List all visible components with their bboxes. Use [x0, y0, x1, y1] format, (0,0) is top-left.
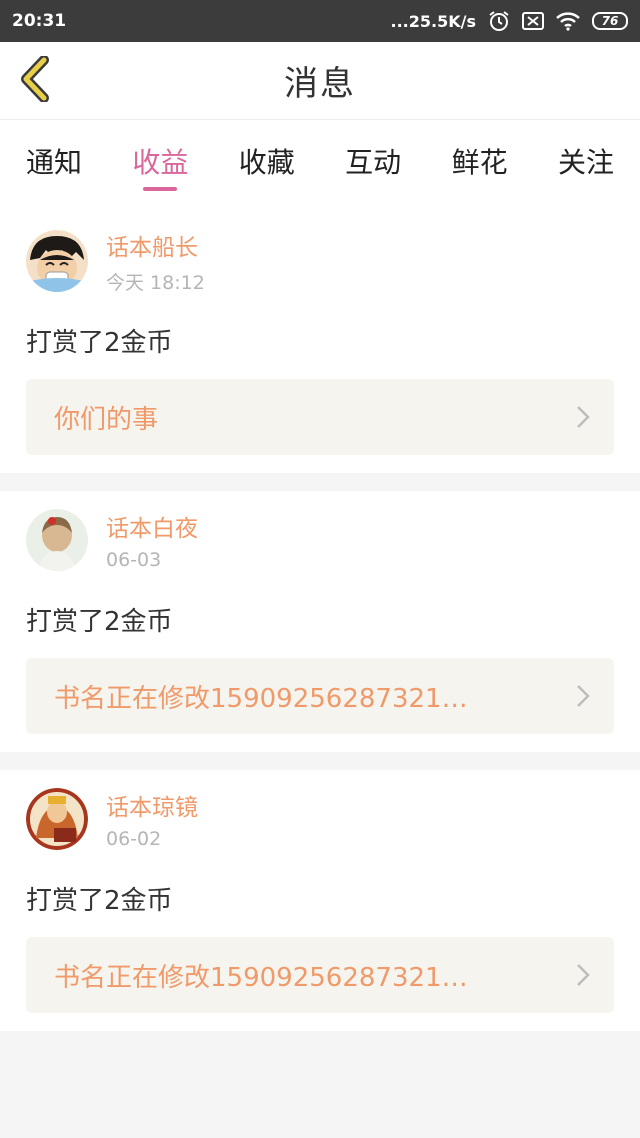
chevron-right-icon — [576, 684, 590, 708]
status-bar: 20:31 ...25.5K/s 76 — [0, 0, 640, 42]
username[interactable]: 话本船长 — [106, 228, 205, 262]
timestamp: 06-02 — [106, 828, 162, 850]
tab-flowers[interactable]: 鲜花 — [452, 131, 508, 191]
user-info: 话本白夜 06-03 — [106, 509, 198, 571]
tab-favorites[interactable]: 收藏 — [239, 131, 295, 191]
avatar[interactable] — [26, 788, 88, 850]
page-title: 消息 — [284, 64, 356, 104]
alarm-icon — [488, 10, 510, 32]
username[interactable]: 话本琼镜 — [106, 788, 198, 822]
avatar[interactable] — [26, 230, 88, 292]
net-speed: ...25.5K/s — [390, 11, 476, 31]
message-card: 话本白夜 06-03 打赏了2金币 书名正在修改15909256287321… — [0, 491, 640, 752]
message-card: 话本船长 今天 18:12 打赏了2金币 你们的事 — [0, 212, 640, 473]
book-link[interactable]: 书名正在修改15909256287321… — [26, 937, 614, 1013]
chevron-left-icon — [18, 55, 50, 106]
message-header: 话本船长 今天 18:12 — [26, 222, 614, 300]
user-info: 话本琼镜 06-02 — [106, 788, 198, 850]
book-title: 你们的事 — [54, 404, 159, 435]
message-text: 打赏了2金币 — [26, 607, 173, 637]
book-title: 书名正在修改15909256287321… — [54, 962, 468, 993]
message-header: 话本白夜 06-03 — [26, 501, 614, 579]
message-text: 打赏了2金币 — [26, 328, 173, 358]
message-header: 话本琼镜 06-02 — [26, 780, 614, 858]
wifi-icon — [556, 11, 580, 31]
timestamp: 今天 18:12 — [106, 271, 205, 294]
tab-following[interactable]: 关注 — [558, 131, 614, 191]
timestamp: 06-03 — [106, 549, 162, 571]
book-link[interactable]: 你们的事 — [26, 379, 614, 455]
tab-interactions[interactable]: 互动 — [345, 131, 401, 191]
status-right: ...25.5K/s 76 — [391, 10, 628, 32]
message-text: 打赏了2金币 — [26, 886, 173, 916]
book-link[interactable]: 书名正在修改15909256287321… — [26, 658, 614, 734]
username[interactable]: 话本白夜 — [106, 509, 198, 543]
tab-notifications[interactable]: 通知 — [26, 131, 82, 191]
book-title: 书名正在修改15909256287321… — [54, 683, 468, 714]
user-info: 话本船长 今天 18:12 — [106, 228, 205, 295]
avatar[interactable] — [26, 509, 88, 571]
tab-earnings[interactable]: 收益 — [132, 131, 188, 191]
chevron-right-icon — [576, 405, 590, 429]
header: 消息 — [0, 42, 640, 120]
back-button[interactable] — [14, 55, 54, 106]
status-time: 20:31 — [12, 11, 67, 31]
sim-off-icon — [522, 11, 544, 31]
chevron-right-icon — [576, 963, 590, 987]
battery-icon: 76 — [592, 12, 628, 30]
tab-bar: 通知 收益 收藏 互动 鲜花 关注 — [0, 120, 640, 202]
message-card: 话本琼镜 06-02 打赏了2金币 书名正在修改15909256287321… — [0, 770, 640, 1031]
